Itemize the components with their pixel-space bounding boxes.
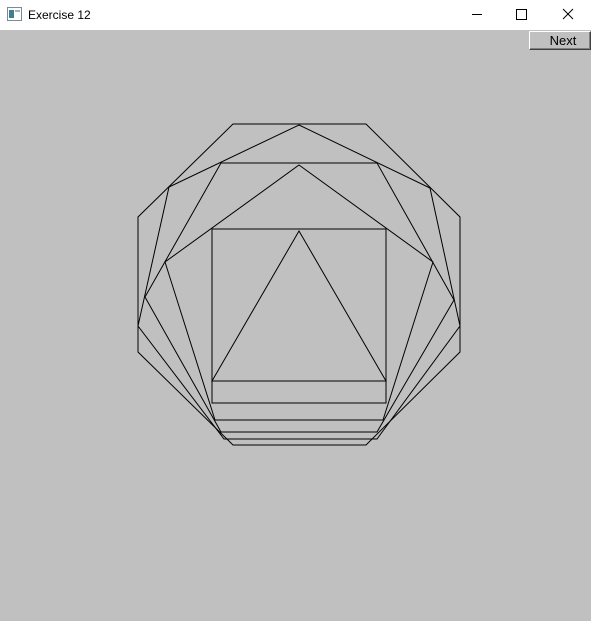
hexagon-shape xyxy=(144,162,455,433)
octagon-shape xyxy=(137,123,461,446)
next-button[interactable]: Next xyxy=(529,31,591,50)
square-shape xyxy=(211,228,387,404)
pentagon-shape xyxy=(164,164,434,421)
app-window: Exercise 12 Next xyxy=(0,0,591,621)
triangle-shape xyxy=(211,230,387,382)
heptagon-shape xyxy=(137,124,461,440)
polygon-drawing xyxy=(137,123,461,446)
